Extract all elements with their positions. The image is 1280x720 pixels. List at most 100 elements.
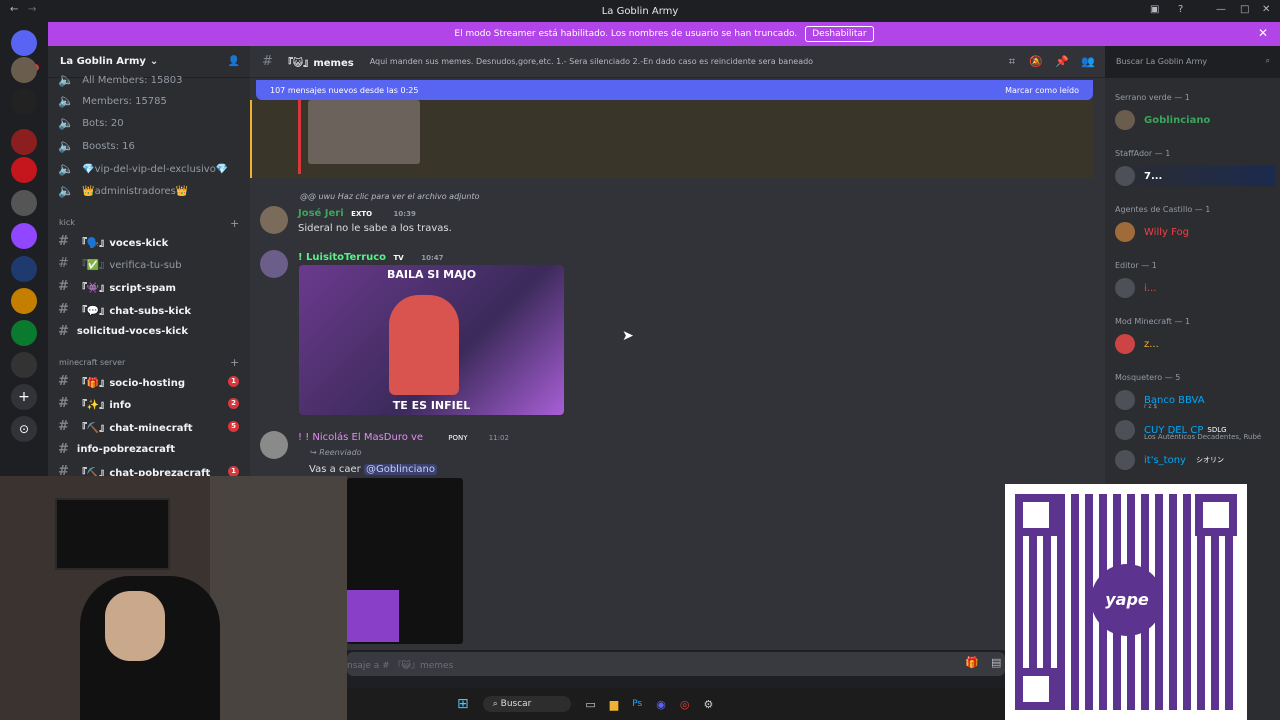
server-icon[interactable] <box>11 288 37 314</box>
hash-icon: # <box>58 395 69 411</box>
channel-item[interactable]: # 『🗣️』voces-kick <box>58 231 168 251</box>
message-input[interactable]: nsaje a # 『😺』memes <box>347 652 1005 676</box>
channel-item[interactable]: # 『💬』chat-subs-kick <box>58 299 191 319</box>
invite-icon[interactable]: 👤 <box>228 56 240 67</box>
gif-icon[interactable]: ▤ <box>991 656 1001 669</box>
voice-channel[interactable]: 🔈 💎vip-del-vip-del-exclusivo💎 <box>58 159 228 179</box>
gif-caption-bottom: TE ES INFIEL <box>392 399 471 412</box>
yape-logo: yape <box>1091 564 1163 636</box>
speaker-icon: 🔈 <box>58 115 75 131</box>
server-icon[interactable] <box>11 223 37 249</box>
search-icon: ⌕ <box>1265 56 1270 65</box>
image-attachment[interactable] <box>308 100 420 164</box>
curtain-shape <box>210 476 347 720</box>
category-kick[interactable]: kick <box>59 218 75 227</box>
window-title: La Goblin Army <box>601 5 679 17</box>
channel-item[interactable]: # solicitud-voces-kick <box>58 321 188 341</box>
new-messages-bar[interactable]: 107 mensajes nuevos desde las 0:25 Marca… <box>256 80 1093 100</box>
member-item[interactable]: Banco BBVA <box>1115 390 1205 410</box>
username[interactable]: José Jeri EXTO 10:39 <box>298 208 416 219</box>
gift-icon[interactable]: 🎁 <box>965 656 979 669</box>
file-explorer-icon[interactable]: ▆ <box>610 698 618 711</box>
qr-finder <box>1015 494 1057 536</box>
close-window-icon[interactable]: ✕ <box>1262 4 1270 15</box>
hash-icon: # <box>58 373 69 389</box>
server-icon[interactable] <box>11 57 37 83</box>
member-status: Los Auténticos Decadentes, Rubé <box>1144 433 1262 441</box>
channel-topic[interactable]: Aqui manden sus memes. Desnudos,gore,etc… <box>370 57 813 66</box>
member-item[interactable]: z... <box>1115 334 1159 354</box>
mouse-cursor-icon: ➤ <box>622 328 634 344</box>
category-minecraft[interactable]: minecraft server <box>59 358 125 367</box>
person-shape <box>389 295 459 395</box>
avatar[interactable] <box>260 431 288 459</box>
task-view-icon[interactable]: ▭ <box>585 698 595 711</box>
photoshop-icon[interactable]: Ps <box>632 699 642 709</box>
role-tag: PONY <box>448 434 468 442</box>
discord-icon[interactable]: ◉ <box>656 698 666 711</box>
stat-channel: 🔈 Boosts: 16 <box>58 138 135 154</box>
server-icon[interactable] <box>11 320 37 346</box>
avatar <box>1115 334 1135 354</box>
member-group-title: Mod Minecraft — 1 <box>1115 317 1191 326</box>
maximize-icon[interactable]: □ <box>1240 4 1249 15</box>
app-icon[interactable]: ⚙ <box>703 698 713 711</box>
server-icon[interactable] <box>11 190 37 216</box>
channel-item[interactable]: # 『✅』verifica-tu-sub <box>58 253 182 273</box>
forwarded-label: ↪ Reenviado <box>310 448 362 457</box>
channel-item[interactable]: # info-pobrezacraft <box>58 439 175 459</box>
disable-button[interactable]: Deshabilitar <box>805 26 874 42</box>
home-button[interactable] <box>11 30 37 56</box>
avatar[interactable] <box>260 206 288 234</box>
server-icon[interactable] <box>11 129 37 155</box>
window-titlebar: ← → La Goblin Army ▣ ? — □ ✕ <box>0 0 1280 22</box>
mark-read-button[interactable]: Marcar como leído <box>1005 86 1079 95</box>
member-item[interactable]: 7... <box>1115 166 1275 186</box>
mute-bell-icon[interactable]: 🔕 <box>1029 55 1043 68</box>
close-banner-icon[interactable]: ✕ <box>1258 26 1268 40</box>
chevron-down-icon: ⌄ <box>149 56 159 67</box>
speaker-icon: 🔈 <box>58 161 75 177</box>
add-server-icon[interactable]: + <box>11 384 37 410</box>
member-item[interactable]: Goblinciano <box>1115 110 1210 130</box>
minimize-icon[interactable]: — <box>1216 4 1226 15</box>
help-icon[interactable]: ? <box>1178 4 1183 15</box>
inbox-icon[interactable]: ▣ <box>1150 4 1159 15</box>
avatar[interactable] <box>260 250 288 278</box>
add-channel-icon[interactable]: + <box>230 356 239 369</box>
stat-channel: 🔈 Bots: 20 <box>58 115 124 131</box>
taskbar-search[interactable]: ⌕ Buscar <box>482 696 572 712</box>
chrome-icon[interactable]: ◎ <box>680 698 690 711</box>
search-input[interactable]: Buscar La Goblin Army ⌕ <box>1110 53 1275 71</box>
windows-start-icon[interactable]: ⊞ <box>457 696 469 712</box>
threads-icon[interactable]: ⌗ <box>1009 55 1015 69</box>
member-item[interactable]: Willy Fog <box>1115 222 1189 242</box>
server-icon[interactable] <box>11 256 37 282</box>
hash-icon: # <box>58 278 69 294</box>
reply-preview[interactable]: @@ uwu Haz clic para ver el archivo adju… <box>300 192 480 201</box>
channel-item[interactable]: # 『⛏️』chat-minecraft <box>58 416 193 436</box>
server-icon[interactable] <box>11 157 37 183</box>
discover-icon[interactable]: ⊙ <box>11 416 37 442</box>
member-list-icon[interactable]: 👥 <box>1081 55 1095 68</box>
add-channel-icon[interactable]: + <box>230 217 239 230</box>
username[interactable]: ! ! Nicolás El MasDuro ve PONY 11:02 <box>298 432 509 443</box>
server-name: La Goblin Army <box>60 56 146 67</box>
unread-count: 2 <box>228 398 239 409</box>
user-mention[interactable]: @Goblinciano <box>363 464 437 475</box>
voice-channel[interactable]: 🔈 👑administradores👑 <box>58 181 188 201</box>
username[interactable]: ! LuisitoTerruco TV 10:47 <box>298 252 444 263</box>
speaker-icon: 🔈 <box>58 72 75 88</box>
server-icon[interactable] <box>11 89 37 115</box>
channel-item[interactable]: # 『🎁』socio-hosting <box>58 371 185 391</box>
member-item[interactable]: it's_tony シオリン <box>1115 450 1224 470</box>
role-tag: シオリン <box>1195 456 1224 464</box>
server-icon[interactable] <box>11 352 37 378</box>
gif-attachment[interactable]: BAILA SI MAJO TE ES INFIEL <box>299 265 564 415</box>
channel-item[interactable]: # 『✨』info <box>58 393 131 413</box>
webcam-overlay <box>0 476 347 720</box>
pin-icon[interactable]: 📌 <box>1055 55 1069 68</box>
member-item[interactable]: i... <box>1115 278 1156 298</box>
qr-finder <box>1195 494 1237 536</box>
channel-item[interactable]: # 『👾』script-spam <box>58 276 176 296</box>
